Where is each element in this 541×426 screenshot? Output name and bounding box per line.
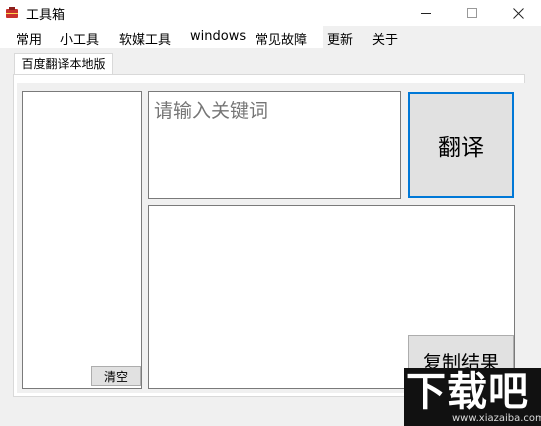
title-bar: 工具箱 bbox=[0, 0, 541, 26]
watermark-text: 下载吧 bbox=[406, 369, 529, 415]
menu-item-ruanmei-tools[interactable]: 软媒工具 bbox=[119, 29, 171, 48]
menu-item-about[interactable]: 关于 bbox=[372, 29, 398, 48]
menu-item-windows[interactable]: windows bbox=[190, 29, 246, 44]
minimize-icon bbox=[420, 12, 431, 14]
menu-item-small-tools[interactable]: 小工具 bbox=[60, 29, 99, 48]
keyword-input[interactable] bbox=[148, 91, 401, 199]
close-icon bbox=[512, 7, 524, 19]
maximize-icon bbox=[466, 7, 477, 18]
tab-baidu-translate[interactable]: 百度翻译本地版 bbox=[14, 53, 113, 75]
history-list[interactable] bbox=[22, 91, 142, 389]
menu-bar: 常用 小工具 软媒工具 windows 常见故障 更新 关于 bbox=[0, 26, 541, 48]
minimize-button[interactable] bbox=[403, 0, 449, 26]
translate-button[interactable]: 翻译 bbox=[408, 92, 514, 198]
clear-button[interactable]: 清空 bbox=[91, 366, 141, 386]
menu-item-update[interactable]: 更新 bbox=[327, 29, 353, 48]
menu-item-common-faults[interactable]: 常见故障 bbox=[255, 29, 307, 48]
watermark-logo: 下载吧 www.xiazaiba.com bbox=[404, 368, 541, 426]
window-title: 工具箱 bbox=[26, 8, 66, 23]
close-button[interactable] bbox=[495, 0, 541, 26]
maximize-button[interactable] bbox=[449, 0, 495, 26]
app-icon bbox=[6, 7, 18, 18]
menu-item-common[interactable]: 常用 bbox=[16, 29, 42, 48]
watermark-url: www.xiazaiba.com bbox=[452, 413, 541, 424]
